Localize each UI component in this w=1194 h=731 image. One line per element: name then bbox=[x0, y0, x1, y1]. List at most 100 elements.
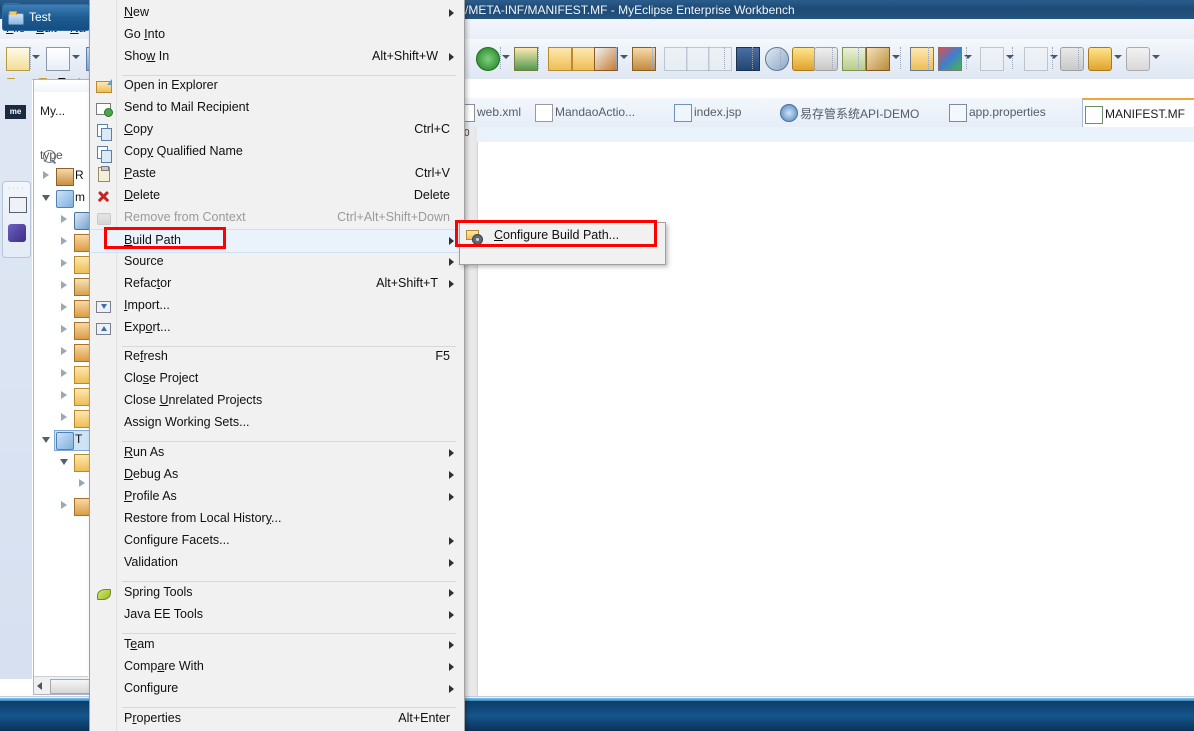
editor-tab[interactable]: index.jsp bbox=[672, 98, 777, 127]
chevron-right-icon[interactable] bbox=[60, 237, 69, 246]
chevron-right-icon[interactable] bbox=[60, 501, 69, 510]
menu-item-configure[interactable]: Configure bbox=[91, 678, 462, 700]
filter-input[interactable]: type bbox=[40, 148, 63, 162]
menu-item-export[interactable]: Export... bbox=[91, 317, 462, 339]
chevron-right-icon[interactable] bbox=[60, 303, 69, 312]
java-wizard-icon[interactable] bbox=[594, 47, 618, 71]
chevron-right-icon[interactable] bbox=[60, 369, 69, 378]
restore-icon[interactable] bbox=[842, 47, 866, 71]
menu-item-copy[interactable]: Copy Ctrl+C bbox=[91, 119, 462, 141]
tree-item[interactable] bbox=[0, 363, 92, 385]
explorer-horizontal-scrollbar[interactable] bbox=[34, 676, 92, 694]
menu-item-open-in-explorer[interactable]: Open in Explorer bbox=[91, 75, 462, 97]
editor-tab[interactable]: MandaoActio... bbox=[533, 98, 661, 127]
chevron-down-icon[interactable] bbox=[32, 55, 40, 60]
chevron-down-icon[interactable] bbox=[1152, 55, 1160, 60]
menu-item-assign-working-sets[interactable]: Assign Working Sets... bbox=[91, 412, 462, 434]
undo-arrow-icon[interactable] bbox=[792, 47, 816, 71]
next-edit-icon[interactable] bbox=[1024, 47, 1048, 71]
menu-item-go-into[interactable]: Go Into bbox=[91, 24, 462, 46]
chevron-right-icon[interactable] bbox=[78, 479, 87, 488]
prev-edit-icon[interactable] bbox=[980, 47, 1004, 71]
tree-item[interactable] bbox=[0, 451, 92, 473]
menu-item-new[interactable]: New bbox=[91, 2, 462, 24]
open-perspective-icon[interactable] bbox=[910, 47, 934, 71]
menu-item-debug-as[interactable]: Debug As bbox=[91, 464, 462, 486]
menu-item-restore-from-local-history[interactable]: Restore from Local History... bbox=[91, 508, 462, 530]
tree-item[interactable]: m bbox=[0, 187, 90, 209]
chevron-down-icon[interactable] bbox=[60, 457, 69, 466]
menu-item-import[interactable]: Import... bbox=[91, 295, 462, 317]
menu-item-java-ee-tools[interactable]: Java EE Tools bbox=[91, 604, 462, 626]
tree-item[interactable] bbox=[0, 407, 92, 429]
tree-item[interactable] bbox=[0, 253, 92, 275]
chevron-right-icon[interactable] bbox=[42, 171, 51, 180]
tree-item[interactable] bbox=[0, 473, 110, 495]
chevron-right-icon[interactable] bbox=[60, 281, 69, 290]
skip-breakpoints-icon[interactable] bbox=[765, 47, 789, 71]
chevron-down-icon[interactable] bbox=[72, 55, 80, 60]
tree-item[interactable] bbox=[0, 275, 92, 297]
menu-item-build-path[interactable]: Build Path bbox=[91, 229, 462, 253]
menu-item-properties[interactable]: Properties Alt+Enter bbox=[91, 708, 462, 730]
chevron-right-icon[interactable] bbox=[60, 413, 69, 422]
db-browser-icon[interactable] bbox=[514, 47, 538, 71]
perspective-grid-icon[interactable] bbox=[938, 47, 962, 71]
menu-item-spring-tools[interactable]: Spring Tools bbox=[91, 582, 462, 604]
tree-item[interactable] bbox=[0, 319, 92, 341]
chevron-right-icon[interactable] bbox=[60, 325, 69, 334]
new-form-icon[interactable] bbox=[46, 47, 70, 71]
open-type-icon[interactable] bbox=[548, 47, 572, 71]
tree-item[interactable] bbox=[0, 297, 92, 319]
tomcat-cat-icon[interactable] bbox=[866, 47, 890, 71]
menu-item-configure-build-path[interactable]: Configure Build Path... bbox=[461, 225, 664, 247]
chevron-right-icon[interactable] bbox=[60, 215, 69, 224]
menu-item-run-as[interactable]: Run As bbox=[91, 442, 462, 464]
tree-item[interactable]: R bbox=[0, 165, 90, 187]
menu-item-copy-qualified-name[interactable]: Copy Qualified Name bbox=[91, 141, 462, 163]
scroll-thumb[interactable] bbox=[50, 679, 92, 694]
forward-arrow-icon[interactable] bbox=[1126, 47, 1150, 71]
tree-item[interactable] bbox=[0, 385, 92, 407]
editor-body[interactable]: 0 bbox=[462, 127, 1194, 696]
menu-item-source[interactable]: Source bbox=[91, 251, 462, 273]
back-arrow-icon[interactable] bbox=[1060, 47, 1084, 71]
tree-item[interactable] bbox=[0, 231, 92, 253]
scroll-left-arrow-icon[interactable] bbox=[37, 682, 42, 690]
chevron-right-icon[interactable] bbox=[60, 391, 69, 400]
pilcrow-icon[interactable] bbox=[708, 47, 732, 71]
menu-item-delete[interactable]: Delete Delete bbox=[91, 185, 462, 207]
menu-item-show-in[interactable]: Show In Alt+Shift+W bbox=[91, 46, 462, 68]
back-history-icon[interactable] bbox=[1088, 47, 1112, 71]
menu-item-profile-as[interactable]: Profile As bbox=[91, 486, 462, 508]
taskbar-item-test[interactable]: Test bbox=[2, 4, 90, 31]
menu-item-refactor[interactable]: Refactor Alt+Shift+T bbox=[91, 273, 462, 295]
editor-tab[interactable]: app.properties bbox=[947, 98, 1079, 127]
console-icon[interactable] bbox=[736, 47, 760, 71]
menu-item-close-unrelated-projects[interactable]: Close Unrelated Projects bbox=[91, 390, 462, 412]
chevron-down-icon[interactable] bbox=[502, 55, 510, 60]
explorer-view-title[interactable]: My... bbox=[40, 104, 65, 118]
menu-item-configure-facets[interactable]: Configure Facets... bbox=[91, 530, 462, 552]
tree-item[interactable] bbox=[0, 209, 92, 231]
redo-arrow-icon[interactable] bbox=[814, 47, 838, 71]
new-file-icon[interactable] bbox=[6, 47, 30, 71]
open-resource-icon[interactable] bbox=[572, 47, 596, 71]
tree-item[interactable] bbox=[0, 495, 92, 517]
editor-tab[interactable]: 易存管系统API-DEMO bbox=[778, 98, 936, 127]
chevron-right-icon[interactable] bbox=[60, 259, 69, 268]
chevron-down-icon[interactable] bbox=[620, 55, 628, 60]
menu-item-compare-with[interactable]: Compare With bbox=[91, 656, 462, 678]
menu-item-close-project[interactable]: Close Project bbox=[91, 368, 462, 390]
chevron-down-icon[interactable] bbox=[1114, 55, 1122, 60]
editor-tab[interactable]: MANIFEST.MF bbox=[1082, 98, 1194, 129]
tree-item[interactable]: T bbox=[0, 429, 90, 451]
chevron-down-icon[interactable] bbox=[42, 435, 51, 444]
tree-item[interactable] bbox=[0, 341, 92, 363]
block-selection-icon[interactable] bbox=[686, 47, 710, 71]
next-annotation-icon[interactable] bbox=[664, 47, 688, 71]
menu-item-validation[interactable]: Validation bbox=[91, 552, 462, 574]
run-icon[interactable] bbox=[476, 47, 500, 71]
chevron-down-icon[interactable] bbox=[42, 193, 51, 202]
menu-item-team[interactable]: Team bbox=[91, 634, 462, 656]
